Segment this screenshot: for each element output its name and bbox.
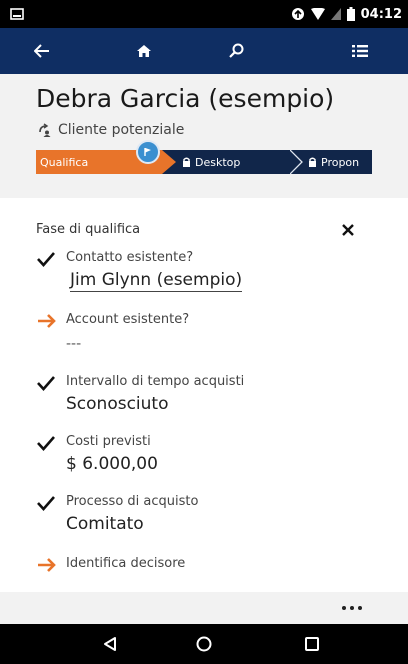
back-triangle-icon xyxy=(104,637,116,651)
menu-button[interactable] xyxy=(330,28,390,74)
step-account-esistente[interactable]: Account esistente? --- xyxy=(36,312,366,358)
home-button[interactable] xyxy=(114,28,174,74)
process-bar: Qualifica Desktop Propon xyxy=(36,150,372,174)
notification-icon xyxy=(10,8,24,20)
step-processo-acquisto[interactable]: Processo di acquisto Comitato xyxy=(36,494,366,540)
active-stage-flag[interactable] xyxy=(136,140,160,164)
step-costi-previsti[interactable]: Costi previsti $ 6.000,00 xyxy=(36,434,366,480)
wifi-icon xyxy=(310,8,325,20)
list-icon xyxy=(352,45,368,57)
status-icons: 04:12 xyxy=(291,4,402,24)
arrow-right-icon xyxy=(38,314,56,328)
step-identifica-decisore[interactable]: Identifica decisore xyxy=(36,556,366,592)
step-label: Costi previsti xyxy=(66,434,151,449)
more-icon xyxy=(342,606,346,610)
arrow-left-icon xyxy=(34,44,49,58)
stage-label: Propon xyxy=(321,155,360,169)
checkmark-icon xyxy=(37,376,55,391)
step-label: Processo di acquisto xyxy=(66,494,199,509)
step-contatto-esistente[interactable]: Contatto esistente? Jim Glynn (esempio) xyxy=(36,250,366,296)
stage-label: Desktop xyxy=(195,155,241,169)
step-label: Intervallo di tempo acquisti xyxy=(66,374,245,389)
step-label: Contatto esistente? xyxy=(66,250,194,265)
search-icon xyxy=(229,43,244,58)
more-icon xyxy=(350,606,354,610)
android-recents-button[interactable] xyxy=(282,624,342,664)
more-icon xyxy=(358,606,362,610)
android-back-button[interactable] xyxy=(80,624,140,664)
stage-proponi[interactable]: Propon xyxy=(302,150,372,174)
step-intervallo-tempo[interactable]: Intervallo di tempo acquisti Sconosciuto xyxy=(36,374,366,420)
back-button[interactable] xyxy=(12,28,72,74)
step-value: Comitato xyxy=(66,514,144,534)
step-value: --- xyxy=(66,336,82,352)
close-icon xyxy=(342,224,354,236)
search-button[interactable] xyxy=(206,28,266,74)
step-value: Sconosciuto xyxy=(66,394,169,414)
stage-chevron xyxy=(162,150,176,174)
recents-square-icon xyxy=(305,637,319,651)
checkmark-icon xyxy=(37,436,55,451)
android-nav-bar xyxy=(0,624,408,664)
clock-text: 04:12 xyxy=(360,6,402,22)
step-label: Identifica decisore xyxy=(66,556,186,571)
home-circle-icon xyxy=(196,636,212,652)
more-button[interactable] xyxy=(336,596,368,620)
data-sync-icon xyxy=(291,8,304,20)
home-icon xyxy=(137,45,151,57)
lock-icon xyxy=(309,157,316,167)
stage-desktop[interactable]: Desktop xyxy=(176,150,286,174)
step-value: $ 6.000,00 xyxy=(66,454,158,474)
lead-icon xyxy=(39,123,51,137)
close-button[interactable] xyxy=(336,218,360,242)
step-label: Account esistente? xyxy=(66,312,190,327)
command-bar xyxy=(0,592,408,624)
android-home-button[interactable] xyxy=(174,624,234,664)
lock-icon xyxy=(183,157,190,167)
stage-panel-title: Fase di qualifica xyxy=(36,222,141,237)
battery-icon xyxy=(346,7,355,21)
step-value-link[interactable]: Jim Glynn (esempio) xyxy=(70,270,243,292)
record-title: Debra Garcia (esempio) xyxy=(36,84,335,113)
nav-bar xyxy=(0,28,408,74)
record-type-label: Cliente potenziale xyxy=(58,122,185,138)
signal-icon xyxy=(330,8,341,20)
checkmark-icon xyxy=(37,496,55,511)
record-type: Cliente potenziale xyxy=(38,122,184,138)
stage-panel: Fase di qualifica Contatto esistente? Ji… xyxy=(0,198,408,592)
arrow-right-icon xyxy=(38,558,56,572)
stage-label: Qualifica xyxy=(40,155,89,169)
flag-icon xyxy=(144,148,151,156)
status-bar: 04:12 xyxy=(0,0,408,28)
checkmark-icon xyxy=(37,252,55,267)
